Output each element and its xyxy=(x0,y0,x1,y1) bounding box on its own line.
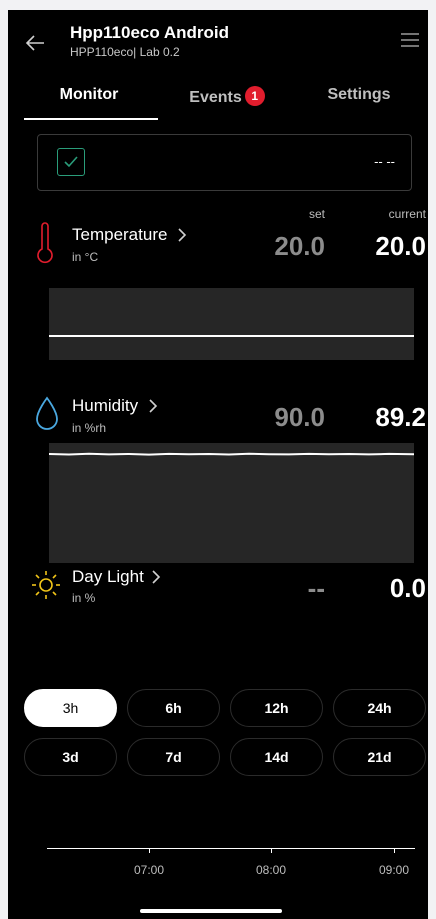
active-tab-indicator xyxy=(24,118,158,120)
set-column-header: set xyxy=(308,207,325,221)
temperature-unit: in °C xyxy=(72,250,99,264)
chevron-right-icon[interactable] xyxy=(151,570,161,584)
daylight-label[interactable]: Day Light xyxy=(72,567,144,587)
humidity-set-value: 90.0 xyxy=(274,402,325,432)
home-indicator[interactable] xyxy=(140,909,282,913)
tab-monitor[interactable]: Monitor xyxy=(20,86,158,110)
range-button-14d[interactable]: 14d xyxy=(230,738,323,776)
thermometer-icon xyxy=(37,222,53,264)
check-icon xyxy=(57,148,85,176)
axis-tick-label: 09:00 xyxy=(378,863,410,877)
tab-events[interactable]: Events 1 xyxy=(172,86,282,110)
tab-monitor-label: Monitor xyxy=(59,86,119,103)
range-button-24h[interactable]: 24h xyxy=(333,689,426,727)
events-badge: 1 xyxy=(244,86,265,106)
page-subtitle: HPP110eco| Lab 0.2 xyxy=(70,45,180,59)
range-button-21d[interactable]: 21d xyxy=(333,738,426,776)
humidity-trend-line xyxy=(48,452,415,456)
range-button-6h[interactable]: 6h xyxy=(127,689,220,727)
temperature-current-value: 20.0 xyxy=(375,231,426,261)
axis-tick-label: 08:00 xyxy=(255,863,287,877)
temperature-label[interactable]: Temperature xyxy=(72,225,167,245)
axis-tick xyxy=(394,848,395,853)
page-title: Hpp110eco Android xyxy=(70,23,230,42)
temperature-set-value: 20.0 xyxy=(274,231,325,261)
tab-settings[interactable]: Settings xyxy=(304,86,414,110)
range-button-3h[interactable]: 3h xyxy=(24,689,117,727)
status-card[interactable]: -- -- xyxy=(37,134,412,191)
range-button-3d[interactable]: 3d xyxy=(24,738,117,776)
axis-tick-label: 07:00 xyxy=(133,863,165,877)
humidity-current-value: 89.2 xyxy=(375,402,426,432)
chevron-right-icon[interactable] xyxy=(148,399,158,413)
status-value: -- -- xyxy=(374,154,395,169)
current-column-header: current xyxy=(388,207,426,221)
time-axis xyxy=(47,848,415,849)
temperature-trend-line xyxy=(49,335,414,337)
axis-tick xyxy=(149,848,150,853)
humidity-chart xyxy=(48,443,415,563)
back-arrow-icon[interactable] xyxy=(24,32,46,54)
daylight-current-value: 0.0 xyxy=(389,573,426,603)
droplet-icon xyxy=(36,396,58,430)
temperature-chart xyxy=(49,288,414,360)
axis-tick xyxy=(271,848,272,853)
device-screen: Hpp110eco Android HPP110eco| Lab 0.2 Mon… xyxy=(8,10,428,919)
range-button-12h[interactable]: 12h xyxy=(230,689,323,727)
tab-settings-label: Settings xyxy=(327,86,391,103)
chevron-right-icon[interactable] xyxy=(177,228,187,242)
sun-icon xyxy=(32,571,60,599)
daylight-unit: in % xyxy=(72,591,96,605)
humidity-unit: in %rh xyxy=(72,421,107,435)
tab-events-label: Events xyxy=(189,89,242,106)
range-button-7d[interactable]: 7d xyxy=(127,738,220,776)
humidity-label[interactable]: Humidity xyxy=(72,396,138,416)
menu-icon[interactable] xyxy=(400,32,420,48)
daylight-set-value: -- xyxy=(307,573,325,603)
